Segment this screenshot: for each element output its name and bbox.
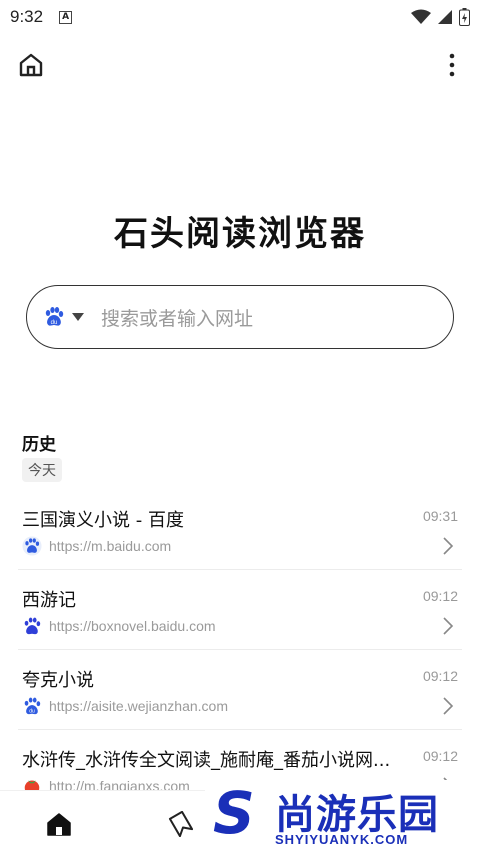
history-item-title: 西游记 [22,590,76,611]
watermark-url: SHYIYUANYK.COM [275,832,409,847]
status-time: 9:32 [10,7,44,26]
search-input[interactable]: 搜索或者输入网址 [101,304,253,331]
nav-home-button[interactable] [46,811,74,839]
history-item-time: 09:12 [422,748,458,764]
battery-charging-icon [459,8,470,26]
top-bar [0,44,480,88]
history-item-title: 三国演义小说 - 百度 [22,510,184,531]
more-vertical-icon [449,53,455,77]
history-list: 三国演义小说 - 百度 09:31 https://m.baidu.com 西游… [0,490,480,810]
chevron-down-icon[interactable] [71,312,85,322]
signal-icon [438,10,452,24]
baidu-paw-icon: du [45,307,64,326]
chevron-right-icon [443,697,454,715]
history-item-url: https://m.baidu.com [49,538,172,554]
baidu-paw-icon [22,536,42,556]
home-filled-icon [47,813,71,836]
history-item-title: 夸克小说 [22,670,94,691]
history-item-time: 09:12 [422,588,458,604]
history-item[interactable]: 西游记 09:12 https://boxnovel.baidu.com [18,570,462,650]
baidu-paw-icon [22,616,42,636]
more-options-button[interactable] [442,50,462,80]
status-bar: 9:32 A [0,0,480,34]
svg-text:du: du [51,320,58,326]
history-item-time: 09:12 [422,668,458,684]
search-box[interactable]: du 搜索或者输入网址 [26,285,454,349]
history-group-label: 今天 [22,458,62,482]
app-title: 石头阅读浏览器 [114,214,366,254]
history-item[interactable]: 夸克小说 09:12 du https://aisite.wejianzhan.… [18,650,462,730]
status-icons [411,8,470,26]
chevron-right-icon [443,617,454,635]
search-engine-selector[interactable]: du [43,306,65,328]
wifi-icon [411,9,431,24]
bookmark-icon [168,810,194,838]
home-button[interactable] [16,50,46,80]
history-item-url: https://boxnovel.baidu.com [49,618,216,634]
notification-icon: A [59,10,73,24]
baidu-paw-icon: du [22,696,42,716]
history-item-url: https://aisite.wejianzhan.com [49,698,228,714]
svg-text:du: du [29,708,35,714]
nav-bookmarks-button[interactable] [167,810,195,839]
history-item-title: 水浒传_水浒传全文阅读_施耐庵_番茄小说网... [22,750,391,771]
history-title: 历史 [22,435,56,455]
watermark-logo-letter: S [213,779,255,847]
chevron-right-icon [443,537,454,555]
watermark-logo: S 尚游乐园 SHYIYUANYK.COM [205,780,480,855]
home-icon [19,53,43,77]
history-item[interactable]: 三国演义小说 - 百度 09:31 https://m.baidu.com [18,490,462,570]
history-item-time: 09:31 [422,508,458,524]
